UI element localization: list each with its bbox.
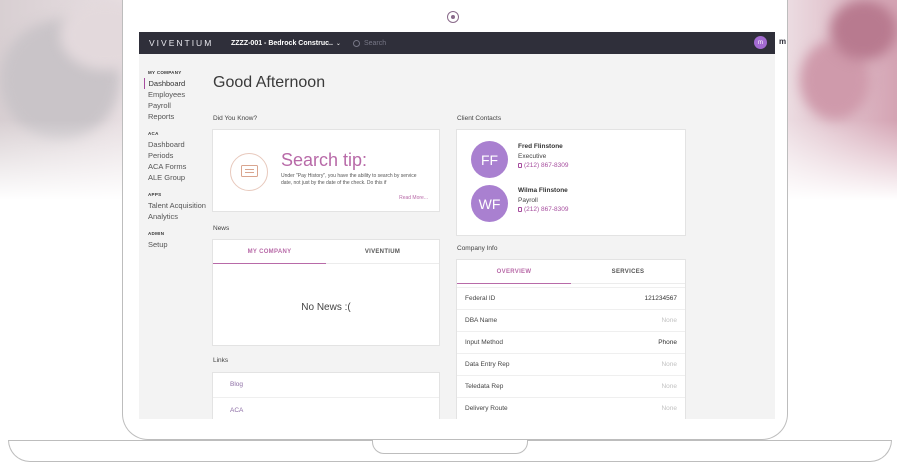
contact-name: Fred Flinstone [518, 143, 563, 150]
info-row-teledata-rep: Teledata Rep None [457, 375, 685, 397]
client-contacts-card: FF Fred Flinstone Executive (212) 867-83… [456, 129, 686, 236]
company-info-title: Company Info [457, 245, 498, 252]
sidebar-item-ale-group[interactable]: ALE Group [148, 172, 211, 183]
search-box[interactable]: Search [352, 39, 387, 47]
links-title: Links [213, 357, 229, 364]
tab-services[interactable]: SERVICES [571, 260, 685, 283]
contact-avatar: WF [471, 185, 508, 222]
contact-role: Executive [518, 153, 547, 160]
company-info-tabs: OVERVIEW SERVICES [457, 260, 685, 284]
did-you-know-card: Search tip: Under "Pay History", you hav… [212, 129, 440, 212]
user-name-label[interactable]: m [779, 37, 786, 46]
info-row-dba-name: DBA Name None [457, 309, 685, 331]
sidebar-item-employees[interactable]: Employees [148, 89, 211, 100]
tip-text: Under "Pay History", you have the abilit… [281, 173, 417, 186]
sidebar-section-apps: APPS [148, 192, 162, 197]
client-selector[interactable]: ZZZZ-001 - Bedrock Construc.. ⌄ [231, 40, 341, 47]
sidebar-section-my-company: MY COMPANY [148, 70, 182, 75]
link-blog[interactable]: Blog [230, 381, 243, 388]
chevron-down-icon: ⌄ [335, 40, 341, 47]
tab-my-company[interactable]: MY COMPANY [213, 240, 326, 264]
news-title: News [213, 225, 230, 232]
info-row-data-entry-rep: Data Entry Rep None [457, 353, 685, 375]
app-screen: VIVENTIUM ZZZZ-001 - Bedrock Construc.. … [139, 32, 775, 419]
no-news-message: No News :( [301, 302, 351, 313]
info-row-input-method: Input Method Phone [457, 331, 685, 353]
client-contacts-title: Client Contacts [457, 115, 502, 122]
link-aca[interactable]: ACA [230, 407, 243, 414]
sidebar-item-periods[interactable]: Periods [148, 150, 211, 161]
contact-avatar: FF [471, 141, 508, 178]
news-tabs: MY COMPANY VIVENTIUM [213, 240, 439, 264]
read-more-link[interactable]: Read More... [399, 195, 428, 201]
sidebar: MY COMPANY Dashboard Employees Payroll R… [139, 54, 211, 419]
viventium-logo[interactable]: VIVENTIUM [149, 38, 223, 48]
sidebar-item-payroll[interactable]: Payroll [148, 100, 211, 111]
links-card: Blog ACA [212, 372, 440, 419]
tab-viventium[interactable]: VIVENTIUM [326, 240, 439, 263]
contact-item: FF Fred Flinstone Executive (212) 867-83… [471, 141, 568, 178]
contact-phone[interactable]: (212) 867-8309 [518, 206, 568, 213]
search-placeholder: Search [363, 39, 387, 47]
sidebar-item-reports[interactable]: Reports [148, 111, 211, 122]
info-row-federal-id: Federal ID 121234567 [457, 287, 685, 309]
client-selector-label: ZZZZ-001 - Bedrock Construc.. [231, 39, 333, 47]
news-card: MY COMPANY VIVENTIUM No News :( [212, 239, 440, 346]
sidebar-item-aca-dashboard[interactable]: Dashboard [148, 139, 211, 150]
company-info-card: OVERVIEW SERVICES Federal ID 121234567 DB… [456, 259, 686, 419]
sidebar-item-setup[interactable]: Setup [148, 239, 211, 250]
sidebar-item-dashboard[interactable]: Dashboard [144, 78, 211, 89]
sidebar-section-aca: ACA [148, 131, 159, 136]
search-icon [352, 39, 360, 47]
link-divider [213, 397, 439, 398]
info-row-delivery-route: Delivery Route None [457, 397, 685, 419]
contact-phone[interactable]: (212) 867-8309 [518, 162, 568, 169]
phone-icon [518, 163, 522, 168]
phone-icon [518, 207, 522, 212]
contact-role: Payroll [518, 197, 538, 204]
contact-name: Wilma Flinstone [518, 187, 568, 194]
sidebar-item-talent-acquisition[interactable]: Talent Acquisition [148, 200, 211, 211]
sidebar-section-admin: ADMIN [148, 231, 165, 236]
sidebar-item-analytics[interactable]: Analytics [148, 211, 211, 222]
laptop-notch [372, 440, 528, 454]
chat-bubble-icon [230, 153, 268, 191]
top-navigation-bar: VIVENTIUM ZZZZ-001 - Bedrock Construc.. … [139, 32, 775, 54]
user-avatar[interactable]: m [754, 36, 767, 49]
page-title: Good Afternoon [213, 74, 326, 91]
did-you-know-title: Did You Know? [213, 115, 258, 122]
camera-icon [447, 11, 459, 23]
sidebar-item-aca-forms[interactable]: ACA Forms [148, 161, 211, 172]
tip-title: Search tip: [281, 150, 368, 170]
tab-overview[interactable]: OVERVIEW [457, 260, 571, 284]
contact-item: WF Wilma Flinstone Payroll (212) 867-830… [471, 185, 568, 222]
